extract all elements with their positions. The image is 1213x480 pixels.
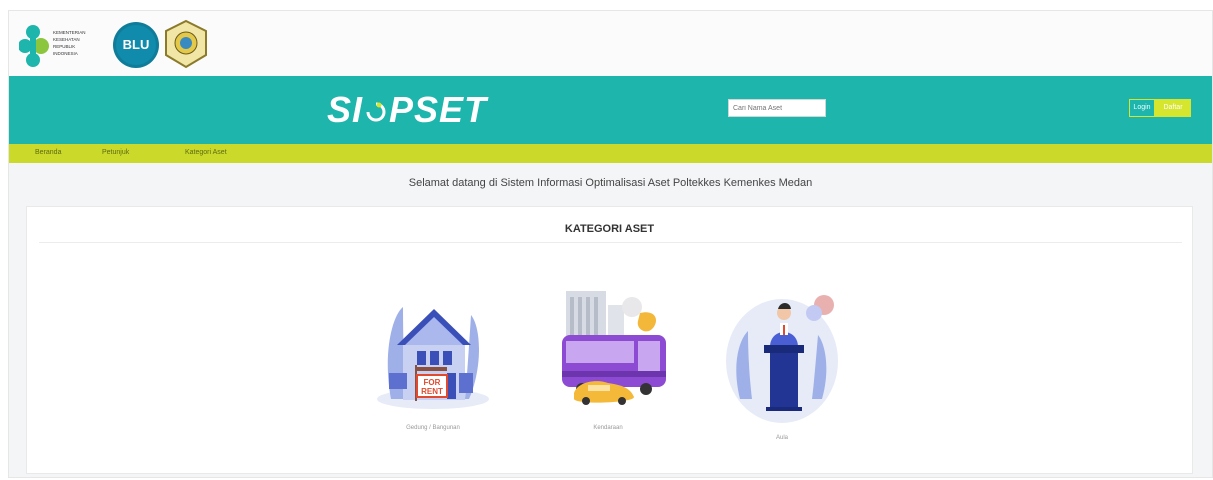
category-label-gedung[interactable]: Gedung / Bangunan xyxy=(368,425,498,431)
category-label-aula[interactable]: Aula xyxy=(717,435,847,441)
svg-text:INDONESIA: INDONESIA xyxy=(53,51,78,56)
category-card: KATEGORI ASET FOR RENT Gedung / Bangunan… xyxy=(26,206,1193,474)
page-frame: KEMENTERIAN KESEHATAN REPUBLIK INDONESIA… xyxy=(8,10,1213,478)
svg-text:BLU: BLU xyxy=(123,37,150,52)
login-button[interactable]: Login xyxy=(1129,99,1155,117)
category-kendaraan[interactable]: Kendaraan xyxy=(543,287,673,431)
nav-item-beranda[interactable]: Beranda xyxy=(35,149,61,156)
bus-city-icon xyxy=(562,291,666,405)
category-label-kendaraan[interactable]: Kendaraan xyxy=(543,425,673,431)
register-button[interactable]: Daftar xyxy=(1155,99,1191,117)
brand-text-right: PSET xyxy=(389,89,488,130)
blu-logo-icon: BLU xyxy=(113,22,159,68)
card-title: KATEGORI ASET xyxy=(564,223,655,235)
poltekkes-seal-icon xyxy=(165,19,207,69)
nav-item-kategori-aset[interactable]: Kategori Aset xyxy=(185,149,227,156)
brand-swirl-icon xyxy=(366,102,386,122)
category-gedung[interactable]: FOR RENT Gedung / Bangunan xyxy=(368,287,498,431)
category-aula[interactable]: Aula xyxy=(717,287,847,441)
nav-bar: Beranda Petunjuk Kategori Aset xyxy=(9,144,1212,163)
nav-item-petunjuk[interactable]: Petunjuk xyxy=(102,149,129,156)
svg-text:REPUBLIK: REPUBLIK xyxy=(53,44,75,49)
welcome-text: Selamat datang di Sistem Informasi Optim… xyxy=(408,177,813,189)
card-divider xyxy=(39,242,1182,243)
svg-text:RENT: RENT xyxy=(421,387,443,396)
search-input[interactable] xyxy=(728,99,826,117)
svg-text:KEMENTERIAN: KEMENTERIAN xyxy=(53,30,86,35)
svg-text:FOR: FOR xyxy=(424,378,441,387)
main-header: SI PSET Login Daftar xyxy=(9,76,1212,144)
speaker-podium-icon xyxy=(726,295,838,423)
siopset-brand-logo[interactable]: SI PSET xyxy=(327,90,487,130)
logo-bar: KEMENTERIAN KESEHATAN REPUBLIK INDONESIA… xyxy=(9,11,1212,77)
house-for-rent-icon: FOR RENT xyxy=(377,307,489,409)
brand-text-left: SI xyxy=(327,89,364,130)
kemenkes-logo-icon: KEMENTERIAN KESEHATAN REPUBLIK INDONESIA xyxy=(19,25,86,67)
svg-text:KESEHATAN: KESEHATAN xyxy=(53,37,80,42)
